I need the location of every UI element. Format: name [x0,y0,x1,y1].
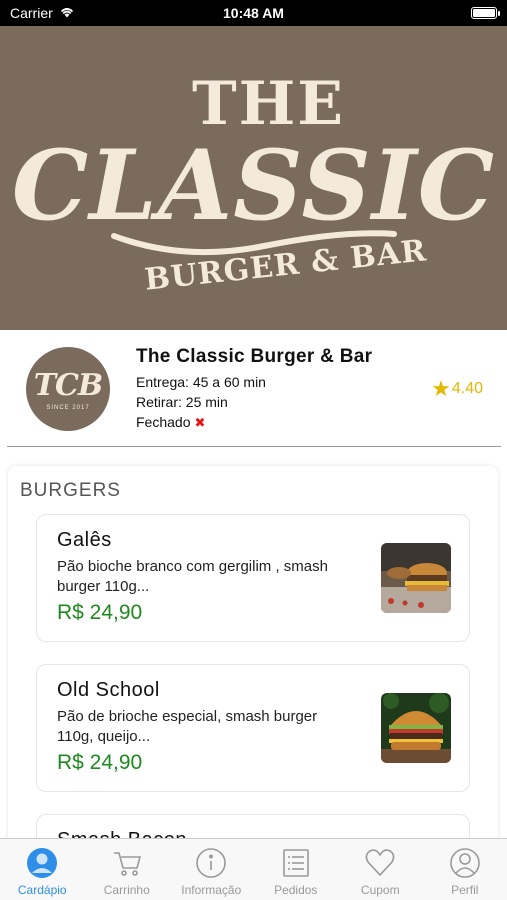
menu-item-description: Pão de brioche especial, smash burger 11… [57,708,318,745]
menu-item-name: Old School [57,679,160,701]
banner-line-the: THE [191,68,346,139]
tab-cupom[interactable]: Cupom [338,839,423,900]
info-icon [196,848,227,878]
tab-informacao[interactable]: Informação [169,839,254,900]
status-time: 10:48 AM [223,5,284,21]
list-icon [282,849,309,877]
menu-item-name: Galês [57,529,112,551]
menu-item-description: Pão bioche branco com gergilim , smash b… [57,558,328,595]
menu-item-price: R$ 24,90 [57,751,143,774]
tab-cardapio[interactable]: Cardápio [0,839,85,900]
profile-icon [449,848,480,878]
tab-label: Cardápio [17,883,67,897]
tab-bar: Cardápio Carrinho Informação Pedidos Cup… [0,838,507,900]
tab-label: Carrinho [103,883,150,897]
wifi-icon [59,5,75,21]
restaurant-info: TCB SINCE 2017 The Classic Burger & Bar … [0,330,507,448]
tab-pedidos[interactable]: Pedidos [254,839,339,900]
logo-text: TCB [33,367,104,403]
banner-line-classic: CLASSIC [11,128,496,242]
tab-label: Pedidos [274,883,318,897]
category-title: BURGERS [20,480,121,501]
restaurant-logo: TCB SINCE 2017 [26,347,110,431]
rating: ★ 4.40 [431,378,483,400]
open-status: Fechado ✖ [136,412,507,433]
tab-label: Cupom [360,883,400,897]
menu-item-card[interactable]: Old School Pão de brioche especial, smas… [36,664,470,792]
logo-subtext: SINCE 2017 [46,404,90,411]
star-icon: ★ [431,376,451,401]
status-bar: Carrier 10:48 AM [0,0,507,26]
divider [7,446,501,447]
status-left: Carrier [10,5,75,21]
tab-perfil[interactable]: Perfil [423,839,507,900]
closed-icon: ✖ [194,414,206,430]
menu-item-card[interactable]: Galês Pão bioche branco com gergilim , s… [36,514,470,642]
restaurant-name: The Classic Burger & Bar [136,345,373,367]
cart-icon [113,852,141,876]
heart-icon [365,849,395,877]
menu-item-photo [381,543,451,613]
tab-label: Perfil [451,883,479,897]
person-icon [27,848,58,878]
rating-value: 4.40 [451,380,483,397]
restaurant-banner: THE CLASSIC BURGER & BAR [0,26,507,330]
battery-icon [471,7,500,19]
open-status-label: Fechado [136,413,191,430]
tab-carrinho[interactable]: Carrinho [85,839,170,900]
menu-item-price: R$ 24,90 [57,601,143,624]
tab-label: Informação [181,883,242,897]
menu-item-photo [381,693,451,763]
carrier-label: Carrier [10,5,53,21]
menu-panel[interactable]: BURGERS Galês Pão bioche branco com gerg… [8,466,498,846]
battery-level [473,9,495,17]
